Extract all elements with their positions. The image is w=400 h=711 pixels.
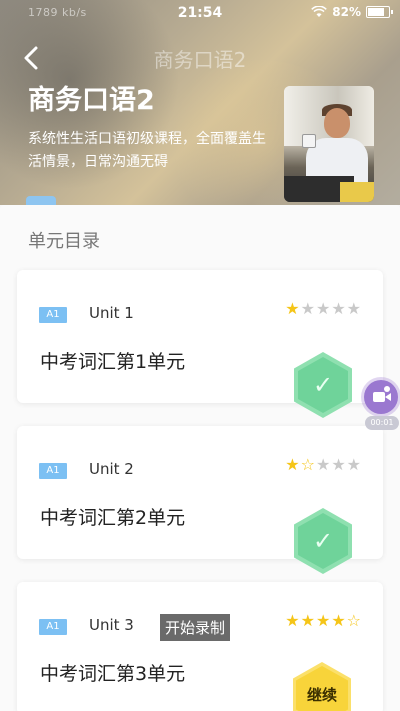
battery-fill bbox=[368, 8, 385, 16]
unit-name: 中考词汇第2单元 bbox=[40, 507, 186, 529]
course-description: 系统性生活口语初级课程，全面覆盖生活情景，日常沟通无碍 bbox=[28, 131, 266, 170]
check-icon: ✓ bbox=[312, 371, 334, 399]
wifi-icon bbox=[311, 6, 328, 17]
star-empty-icon: ☆ bbox=[346, 611, 361, 630]
star-filled-icon: ★ bbox=[300, 611, 315, 630]
battery-percent: 82% bbox=[332, 5, 361, 19]
course-header: 1789 kb/s 21:54 82% 商务口语2 商务口语2 系统性生活口语初… bbox=[0, 0, 400, 205]
unit-name: 中考词汇第1单元 bbox=[40, 351, 186, 373]
level-badge: A1 bbox=[39, 307, 67, 323]
recorder-time: 00:01 bbox=[365, 416, 399, 430]
completed-hex-button[interactable]: ✓ bbox=[294, 352, 352, 418]
star-filled-icon: ★ bbox=[285, 455, 300, 474]
check-icon: ✓ bbox=[312, 527, 334, 555]
star-empty-icon: ★ bbox=[315, 455, 331, 474]
star-empty-icon: ★ bbox=[346, 455, 361, 474]
unit-card-2[interactable]: A1 Unit 2 中考词汇第2单元 ★ ☆ ★ ★ ★ ✓ bbox=[17, 426, 383, 574]
nav-title: 商务口语2 bbox=[153, 48, 247, 72]
star-empty-icon: ★ bbox=[315, 299, 331, 318]
battery-icon bbox=[366, 6, 393, 18]
status-right: 82% bbox=[311, 5, 393, 19]
unit-label: Unit 3 bbox=[89, 616, 134, 634]
star-filled-icon: ★ bbox=[331, 611, 346, 630]
star-filled-icon: ★ bbox=[315, 611, 331, 630]
status-bar: 1789 kb/s 21:54 82% bbox=[0, 0, 400, 28]
recording-toast: 开始录制 bbox=[160, 614, 231, 641]
section-title: 单元目录 bbox=[28, 231, 100, 252]
star-rating: ★ ☆ ★ ★ ★ bbox=[285, 456, 361, 474]
unit-label: Unit 1 bbox=[89, 304, 134, 322]
star-empty-icon: ★ bbox=[346, 299, 361, 318]
star-filled-icon: ★ bbox=[285, 611, 300, 630]
star-rating: ★ ★ ★ ★ ☆ bbox=[285, 612, 361, 630]
completed-hex-button[interactable]: ✓ bbox=[294, 508, 352, 574]
star-rating: ★ ★ ★ ★ ★ bbox=[285, 300, 361, 318]
unit-name: 中考词汇第3单元 bbox=[40, 663, 186, 685]
unit-label: Unit 2 bbox=[89, 460, 134, 478]
star-filled-icon: ★ bbox=[285, 299, 300, 318]
chevron-left-icon bbox=[24, 46, 38, 70]
continue-button[interactable]: 继续 bbox=[293, 662, 351, 711]
star-empty-icon: ★ bbox=[331, 299, 346, 318]
course-title: 商务口语2 bbox=[28, 85, 155, 116]
star-empty-icon: ★ bbox=[300, 299, 315, 318]
continue-label: 继续 bbox=[306, 686, 337, 704]
back-button[interactable] bbox=[18, 40, 48, 76]
level-badge: A1 bbox=[39, 619, 67, 635]
star-empty-icon: ★ bbox=[331, 455, 346, 474]
course-cover-image bbox=[284, 86, 374, 202]
unit-card-3[interactable]: A1 Unit 3 中考词汇第3单元 ★ ★ ★ ★ ☆ 继续 bbox=[17, 582, 383, 711]
star-empty-icon: ☆ bbox=[300, 455, 315, 474]
screen-recorder-button[interactable] bbox=[364, 380, 398, 414]
level-pill bbox=[26, 196, 56, 205]
unit-card-1[interactable]: A1 Unit 1 中考词汇第1单元 ★ ★ ★ ★ ★ ✓ bbox=[17, 270, 383, 418]
video-camera-icon bbox=[373, 392, 385, 402]
level-badge: A1 bbox=[39, 463, 67, 479]
